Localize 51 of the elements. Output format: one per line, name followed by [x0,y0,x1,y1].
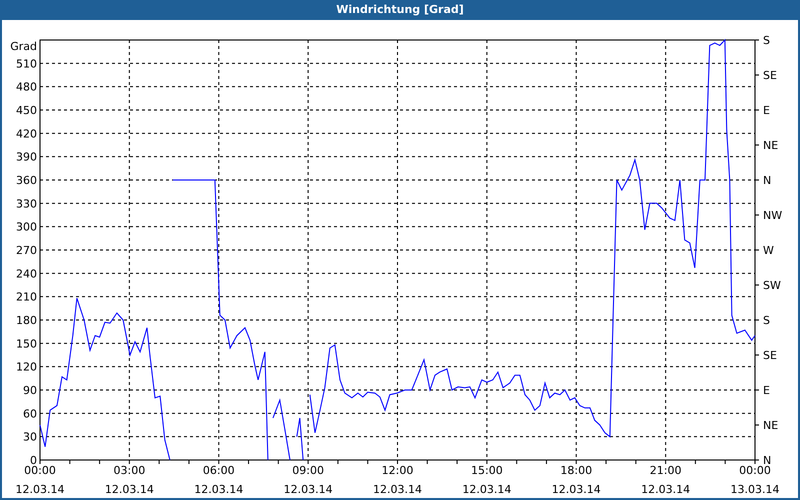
direction-label: N [763,174,772,187]
y-tick-label: 420 [16,127,37,140]
x-date-label: 12.03.14 [104,483,154,496]
x-tick-label: 12:00 [382,464,414,477]
x-tick-label: 03:00 [114,464,146,477]
x-date-label: 12.03.14 [373,483,422,496]
y-tick-label: 60 [23,407,37,420]
y-tick-label: 180 [16,314,37,327]
direction-label: SW [763,279,781,292]
x-date-label: 12.03.14 [16,483,64,496]
y-tick-label: 480 [16,80,37,94]
y-tick-label: 450 [16,104,37,117]
y-tick-label: 150 [16,337,37,350]
direction-label: E [763,104,770,117]
y-tick-label: 120 [16,360,37,374]
direction-label: NE [763,139,778,152]
x-tick-label: 00:00 [739,464,771,477]
y-tick-label: 90 [23,384,37,397]
x-tick-label: 09:00 [292,464,324,477]
y-tick-label: 360 [16,174,37,187]
x-date-label: 12.03.14 [194,483,244,496]
y-tick-label: 30 [23,430,37,444]
y-tick-label: 330 [16,197,37,210]
x-date-label: 12.03.14 [552,483,601,496]
x-tick-label: 00:00 [24,464,56,477]
y-tick-label: 300 [16,220,37,234]
y-tick-label: 390 [16,150,37,164]
direction-label: S [763,314,770,327]
x-tick-label: 15:00 [471,464,503,477]
direction-label: NE [763,419,778,432]
x-date-label: 12.03.14 [641,483,690,496]
x-date-label: 12.03.14 [462,483,512,496]
direction-label: SE [763,69,777,82]
direction-label: W [763,244,774,257]
y-tick-label: 0 [30,454,37,467]
direction-label: NW [763,209,782,222]
direction-label: N [763,454,772,467]
direction-label: SE [763,349,777,362]
x-date-label: 13.03.14 [730,483,780,496]
direction-label: E [763,384,770,397]
direction-label: S [763,34,770,47]
x-tick-label: 06:00 [202,464,235,477]
x-tick-label: 18:00 [560,464,592,477]
y-tick-label: 270 [16,244,37,257]
x-date-label: 12.03.14 [284,483,333,496]
x-tick-label: 21:00 [650,464,682,477]
y-tick-label: 510 [16,57,37,70]
y-axis-title: Grad [10,40,37,53]
y-tick-label: 240 [16,267,37,280]
y-tick-label: 210 [16,290,37,304]
window-title: Windrichtung [Grad] [336,2,464,18]
